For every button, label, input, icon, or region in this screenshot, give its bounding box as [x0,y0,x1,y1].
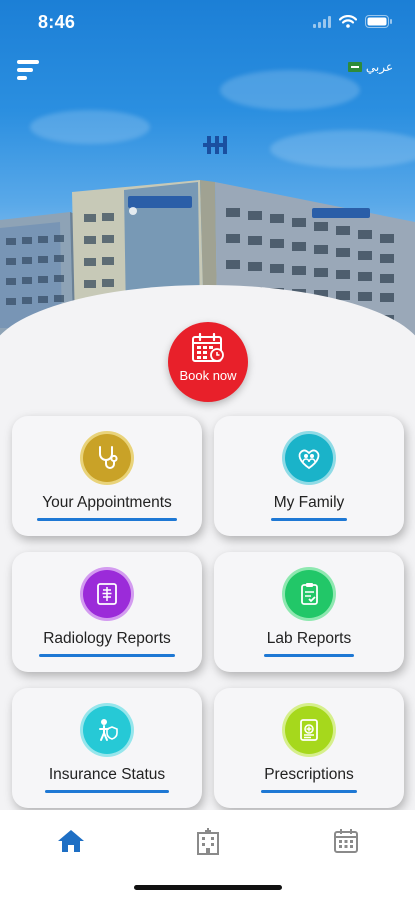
card-underline [261,790,357,793]
prescription-icon [300,719,318,741]
card-underline [37,518,177,521]
card-underline [271,518,347,521]
battery-icon [365,15,392,28]
card-underline [45,790,169,793]
card-label: Radiology Reports [43,630,171,647]
saudi-flag-icon [347,62,362,72]
tab-calendar[interactable] [331,826,361,856]
lab-report-icon [301,583,318,605]
hospital-building-icon [197,828,219,855]
card-radiology-reports[interactable]: Radiology Reports [12,552,202,672]
menu-button[interactable] [17,60,43,82]
tab-hospitals[interactable] [193,826,223,856]
card-underline [264,654,354,657]
hospital-logo-icon [191,122,227,166]
calendar-icon [334,829,358,853]
book-now-label: Book now [179,368,237,383]
card-your-appointments[interactable]: Your Appointments [12,416,202,536]
card-prescriptions[interactable]: Prescriptions [214,688,404,808]
status-bar: 8:46 [0,0,415,44]
home-icon [58,830,84,852]
card-my-family[interactable]: My Family [214,416,404,536]
cellular-signal-icon [313,15,331,28]
tab-home[interactable] [56,826,86,856]
calendar-booking-icon [192,332,224,362]
card-label: Insurance Status [48,766,166,783]
card-label: My Family [273,494,345,511]
card-insurance-status[interactable]: Insurance Status [12,688,202,808]
radiology-icon [97,583,117,605]
card-label: Your Appointments [42,494,172,511]
insurance-icon [99,719,118,741]
card-label: Lab Reports [266,630,352,647]
status-time: 8:46 [38,12,76,32]
stethoscope-icon [99,446,118,469]
hero-banner: 8:46 عربي [0,0,415,372]
card-lab-reports[interactable]: Lab Reports [214,552,404,672]
book-now-button[interactable]: Book now [168,322,248,402]
language-toggle[interactable]: عربي [347,60,393,74]
language-label: عربي [365,60,393,74]
card-underline [39,654,175,657]
menu-icon [17,60,39,64]
card-label: Prescriptions [264,766,354,783]
wifi-icon [339,15,357,28]
home-indicator [134,885,282,890]
family-heart-icon [298,449,320,470]
